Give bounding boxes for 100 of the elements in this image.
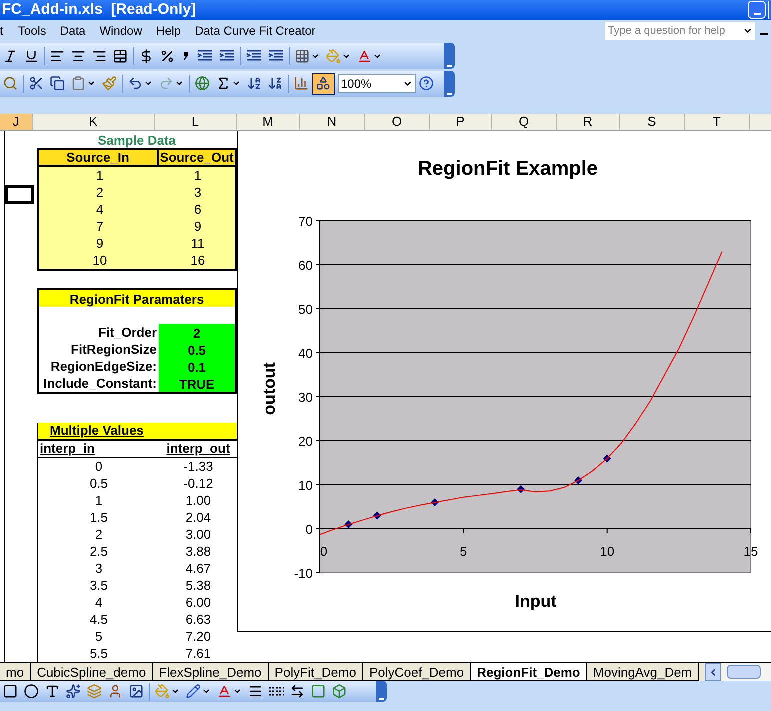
parameter-value[interactable]: 0.5 (159, 341, 235, 358)
sheet-tab[interactable]: CubicSpline_demo (31, 663, 154, 681)
currency-icon (139, 48, 154, 64)
y-tick-label: 20 (298, 434, 313, 449)
redo-icon (159, 76, 174, 91)
sheet-tab[interactable]: FlexSpline_Demo (153, 663, 269, 681)
rectangle-icon (3, 684, 18, 699)
sheet-tab[interactable]: RegionFit_Demo (471, 663, 588, 681)
table-cell-text: 3 (94, 560, 104, 578)
autosum-icon (216, 76, 231, 91)
table-cell-text: 5.5 (88, 644, 110, 662)
menu-item[interactable]: Data (53, 22, 93, 40)
column-header[interactable]: T (685, 114, 750, 130)
parameter-value[interactable]: 2 (159, 324, 235, 341)
font-color-icon (217, 684, 232, 699)
sheet-tab[interactable]: mo (0, 663, 32, 681)
column-header[interactable]: P (430, 114, 492, 130)
table-cell-text: 5 (94, 628, 104, 646)
table-cell-text: 5.38 (184, 576, 212, 595)
font-color-icon (357, 48, 372, 64)
column-header[interactable]: K (33, 114, 155, 130)
column-header[interactable]: R (557, 114, 620, 130)
table-cell-text: 4.67 (184, 560, 212, 578)
align-right-icon (92, 48, 107, 64)
dash-style-icon (269, 687, 284, 696)
table-cell-text: 2.04 (184, 508, 212, 527)
y-tick-label: 40 (298, 346, 313, 361)
restore-button[interactable] (768, 1, 771, 19)
merge-cells-icon (113, 48, 128, 64)
toolbar-options-icon[interactable] (444, 70, 455, 96)
column-header[interactable]: O (365, 114, 430, 130)
y-tick-label: 0 (306, 522, 313, 537)
caret-icon (171, 687, 180, 696)
toolbar-options-icon[interactable] (444, 43, 455, 69)
undo-icon (128, 76, 143, 91)
shapes-icon (316, 76, 331, 91)
fill-color-icon (155, 684, 170, 699)
oval-icon (24, 684, 39, 699)
table-cell-text: 10 (92, 252, 108, 270)
table-cell-text: 9 (193, 218, 203, 236)
table-cell-text: 4 (95, 200, 105, 219)
table-cell-text: 6.00 (184, 594, 212, 612)
sheet-tab[interactable]: PolyFit_Demo (268, 663, 364, 681)
caret-icon (87, 79, 96, 88)
drawing-toggle-button[interactable] (312, 72, 335, 94)
caret-icon (175, 79, 184, 88)
table-cell-text: 6 (193, 200, 203, 219)
column-header[interactable]: M (237, 114, 300, 130)
table-cell-text: -1.33 (182, 458, 214, 476)
caret-icon (743, 26, 753, 36)
x-tick-label: 10 (600, 544, 615, 559)
parameter-label: RegionEdgeSize: (50, 358, 158, 376)
y-tick-label: 70 (298, 214, 313, 229)
column-header[interactable]: J (0, 114, 33, 130)
table-cell-text: 0 (94, 458, 104, 476)
caret-icon (232, 79, 241, 88)
menu-item[interactable]: Tools (11, 22, 54, 40)
minimize-button[interactable] (748, 1, 766, 19)
parameter-value[interactable]: TRUE (159, 375, 235, 392)
column-header[interactable]: L (155, 114, 237, 130)
zoom-field[interactable]: 100% (338, 74, 416, 93)
parameter-value[interactable]: 0.1 (159, 358, 235, 375)
format-painter-icon (102, 76, 117, 91)
table-cell-text: 2 (94, 526, 104, 544)
paste-icon (71, 76, 86, 91)
table-cell-text: 0.5 (88, 474, 110, 493)
table-cell-text: 16 (190, 252, 206, 270)
help-icon (419, 76, 434, 91)
column-heading: interp_in (40, 441, 95, 456)
help-search-field[interactable]: Type a question for help (605, 22, 755, 40)
table-cell-text: 4.5 (88, 610, 110, 629)
column-heading: interp_out (166, 440, 230, 458)
window-title: FC_Add-in.xls [Read-Only] (2, 0, 198, 20)
chart-title: RegionFit Example (418, 158, 598, 180)
copy-icon (50, 76, 65, 91)
comma-icon (183, 51, 189, 61)
selected-cell[interactable] (5, 185, 34, 204)
sheet-tab[interactable]: MovingAvg_Dem (587, 663, 700, 681)
table-title: Sample Data (96, 132, 178, 148)
table-cell-text: 7.61 (184, 644, 212, 662)
menu-item[interactable]: t (0, 22, 12, 40)
text-box-icon (45, 684, 60, 699)
scroll-left-button[interactable] (705, 663, 721, 681)
column-header[interactable]: S (620, 114, 685, 130)
column-header[interactable]: Q (492, 114, 557, 130)
menu-item[interactable]: Help (149, 22, 188, 40)
menu-item[interactable]: Data Curve Fit Creator (188, 22, 323, 40)
column-header[interactable]: N (300, 114, 365, 130)
menu-item[interactable]: Window (92, 22, 150, 40)
picture-icon (129, 684, 144, 699)
table-cell-text: 2 (95, 184, 105, 202)
table-title: Multiple Values (50, 423, 144, 440)
table-cell-text: 9 (95, 234, 105, 253)
horizontal-scrollbar[interactable] (721, 663, 771, 681)
parameter-label: Include_Constant: (42, 374, 158, 393)
toolbar-options-icon[interactable] (376, 681, 387, 702)
parameter-label: FitRegionSize (70, 340, 158, 359)
x-axis-title: Input (515, 592, 557, 611)
sheet-tab[interactable]: PolyCoef_Demo (363, 663, 472, 681)
y-tick-label: 60 (298, 258, 313, 273)
